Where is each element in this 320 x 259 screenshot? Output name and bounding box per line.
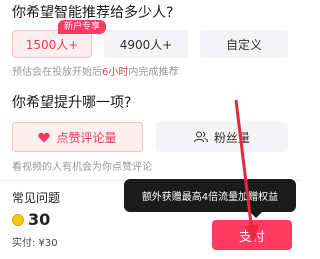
goal-hint: 看视频的人有机会为你点赞评论 bbox=[12, 162, 152, 173]
recommend-hint: 预估会在投放开始后6小时内完成推荐 bbox=[12, 63, 178, 78]
goal-question: 你希望提升哪一项? bbox=[12, 95, 132, 111]
option-custom[interactable]: 自定义 bbox=[200, 30, 288, 58]
goal-likes-label: 点赞评论量 bbox=[56, 130, 117, 145]
goal-followers-label: 粉丝量 bbox=[213, 130, 250, 145]
heart-icon bbox=[38, 132, 51, 142]
goal-likes-comments[interactable]: 点赞评论量 bbox=[12, 122, 143, 152]
recommend-question: 你希望智能推荐给多少人? bbox=[12, 5, 174, 21]
coin-icon bbox=[12, 214, 24, 226]
pay-button[interactable]: 支付 bbox=[212, 220, 292, 250]
goal-followers[interactable]: 粉丝量 bbox=[156, 122, 288, 152]
users-icon bbox=[193, 131, 208, 143]
hint-before: 预估会在投放开始后 bbox=[12, 67, 102, 78]
bonus-tooltip: 额外获赠最高4倍流量加赠权益 bbox=[124, 179, 296, 212]
price-value: 30 bbox=[28, 210, 51, 229]
option-1500[interactable]: 1500人+ bbox=[12, 30, 92, 58]
tooltip-arrow bbox=[250, 212, 262, 218]
new-user-badge: 新户专享 bbox=[58, 20, 107, 34]
paid-amount: 实付: ¥30 bbox=[12, 238, 58, 249]
option-4900[interactable]: 4900人+ bbox=[104, 30, 188, 58]
hint-after: 内完成推荐 bbox=[128, 67, 179, 78]
faq-link[interactable]: 常见问题 bbox=[12, 189, 60, 206]
hint-highlight: 6小时 bbox=[102, 67, 129, 78]
